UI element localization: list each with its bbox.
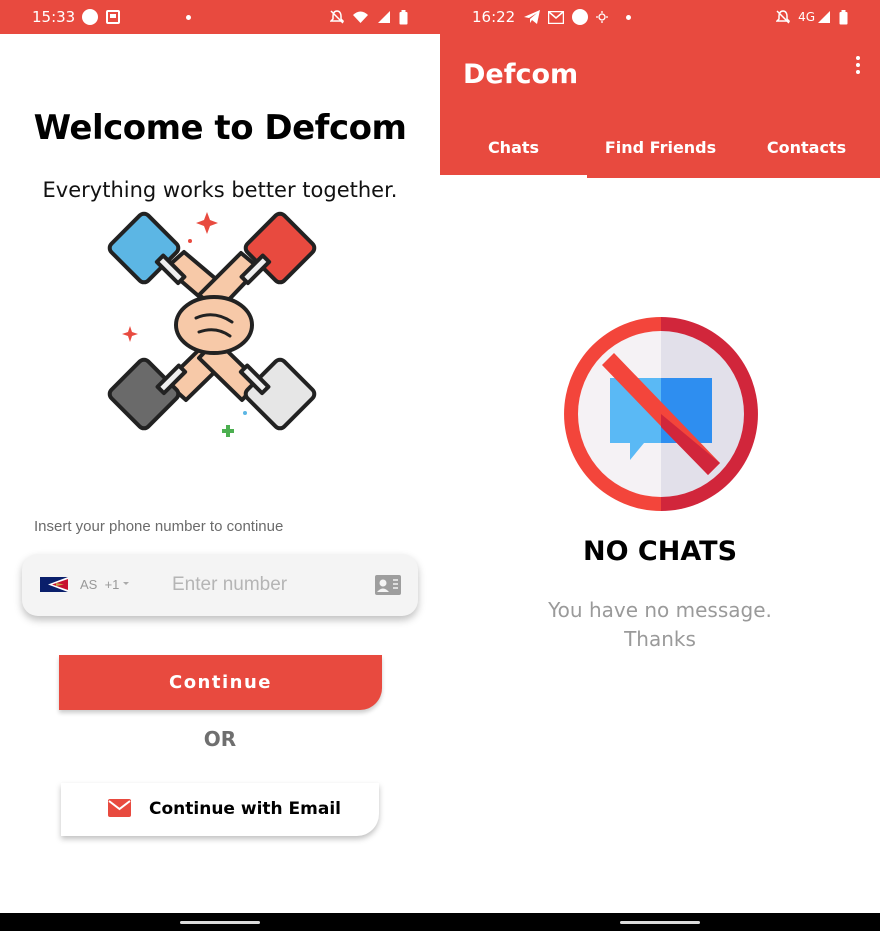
app-title: Defcom [463,59,579,90]
notifications-off-icon [776,10,791,24]
phone-hint: Insert your phone number to continue [34,518,284,535]
status-system-icons [330,7,408,27]
wifi-icon [353,11,368,23]
status-notification-icons [82,7,120,27]
gmail-icon [548,10,564,24]
tab-contacts[interactable]: Contacts [733,138,880,157]
no-chat-icon [564,317,758,511]
country-code: AS [80,577,98,592]
teamwork-hands-illustration [107,211,317,437]
circle-icon [82,9,98,25]
or-divider: OR [203,727,237,751]
empty-state-title: NO CHATS [582,536,738,567]
chats-screen: 16:22 4G Defcom Chats Find Friends Conta… [440,0,880,931]
status-notification-icons [524,7,608,27]
home-gesture-pill[interactable] [180,921,260,924]
system-nav-bar [440,913,880,931]
active-tab-indicator [440,175,587,178]
location-icon [596,11,608,23]
welcome-subtitle: Everything works better together. [42,178,398,202]
notification-dot [186,15,191,20]
phone-input[interactable] [172,570,352,600]
phone-number-field: AS +1 [22,554,418,616]
signal-icon [378,11,390,23]
telegram-icon [524,10,540,24]
screenshot-icon [106,10,120,24]
welcome-title: Welcome to Defcom [33,108,407,148]
country-selector[interactable]: AS +1 [80,577,119,592]
signal-icon [818,11,830,23]
tab-chats[interactable]: Chats [440,138,587,157]
app-bar: Defcom Chats Find Friends Contacts [440,34,880,178]
continue-button[interactable]: Continue [59,655,382,710]
status-system-icons: 4G [776,7,848,27]
more-vert-icon[interactable] [854,56,862,76]
email-button-label: Continue with Email [149,799,341,819]
circle-icon [572,9,588,25]
country-flag-icon[interactable] [40,577,68,592]
home-gesture-pill[interactable] [620,921,700,924]
tab-find-friends[interactable]: Find Friends [587,138,734,157]
empty-state-message: You have no message. Thanks [548,598,772,651]
continue-with-email-button[interactable]: Continue with Email [61,783,379,836]
battery-icon [399,9,408,24]
status-time: 15:33 [32,8,76,26]
chevron-down-icon[interactable] [123,582,129,585]
network-type: 4G [798,10,815,24]
contact-card-icon[interactable] [374,574,402,596]
dial-code: +1 [104,577,120,592]
battery-icon [839,9,848,24]
status-bar: 15:33 [0,0,440,34]
login-screen: 15:33 Welcome to Defcom Everything works… [0,0,440,931]
system-nav-bar [0,913,440,931]
notification-dot [626,15,631,20]
notifications-off-icon [330,10,344,24]
status-time: 16:22 [472,8,516,26]
mail-icon [108,799,131,817]
status-bar: 16:22 4G [440,0,880,34]
